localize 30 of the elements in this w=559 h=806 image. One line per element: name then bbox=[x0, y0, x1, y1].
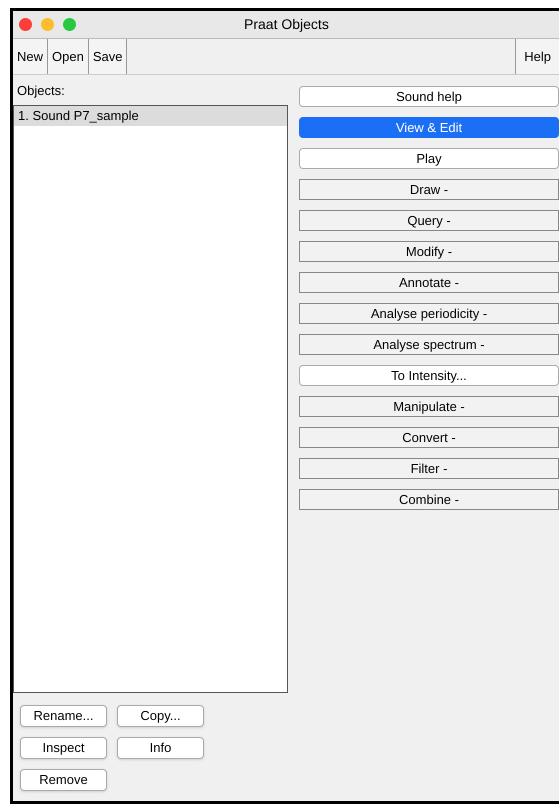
menu-button[interactable]: Save bbox=[88, 39, 128, 74]
action-menu-button[interactable]: Analyse periodicity - bbox=[299, 303, 559, 324]
menu-button[interactable]: Open bbox=[48, 39, 89, 74]
action-button[interactable]: Sound help bbox=[299, 86, 559, 107]
minimize-icon[interactable] bbox=[41, 18, 54, 31]
objects-label: Objects: bbox=[17, 83, 66, 99]
object-action-button[interactable]: Copy... bbox=[117, 705, 204, 727]
close-icon[interactable] bbox=[19, 18, 32, 31]
action-menu-button[interactable]: Combine - bbox=[299, 489, 559, 510]
zoom-icon[interactable] bbox=[63, 18, 76, 31]
action-menu-button[interactable]: Manipulate - bbox=[299, 396, 559, 417]
action-button[interactable]: Play bbox=[299, 148, 559, 169]
action-menu-button[interactable]: Filter - bbox=[299, 458, 559, 479]
window-title: Praat Objects bbox=[244, 15, 329, 34]
menu-button[interactable]: New bbox=[13, 39, 48, 74]
action-button[interactable]: To Intensity... bbox=[299, 365, 559, 386]
action-menu-button[interactable]: Draw - bbox=[299, 179, 559, 200]
action-menu-button[interactable]: Convert - bbox=[299, 427, 559, 448]
object-action-button[interactable]: Rename... bbox=[20, 705, 107, 727]
help-menu-button[interactable]: Help bbox=[515, 39, 559, 74]
action-button[interactable]: View & Edit bbox=[299, 117, 559, 138]
object-action-button[interactable]: Info bbox=[117, 737, 204, 759]
object-action-button[interactable]: Remove bbox=[20, 769, 107, 791]
action-menu-button[interactable]: Query - bbox=[299, 210, 559, 231]
object-list-item[interactable]: 1. Sound P7_sample bbox=[14, 106, 287, 126]
action-menu-button[interactable]: Modify - bbox=[299, 241, 559, 262]
action-menu-button[interactable]: Analyse spectrum - bbox=[299, 334, 559, 355]
object-action-button[interactable]: Inspect bbox=[20, 737, 107, 759]
objects-list[interactable]: 1. Sound P7_sample bbox=[13, 105, 288, 693]
action-menu-button[interactable]: Annotate - bbox=[299, 272, 559, 293]
